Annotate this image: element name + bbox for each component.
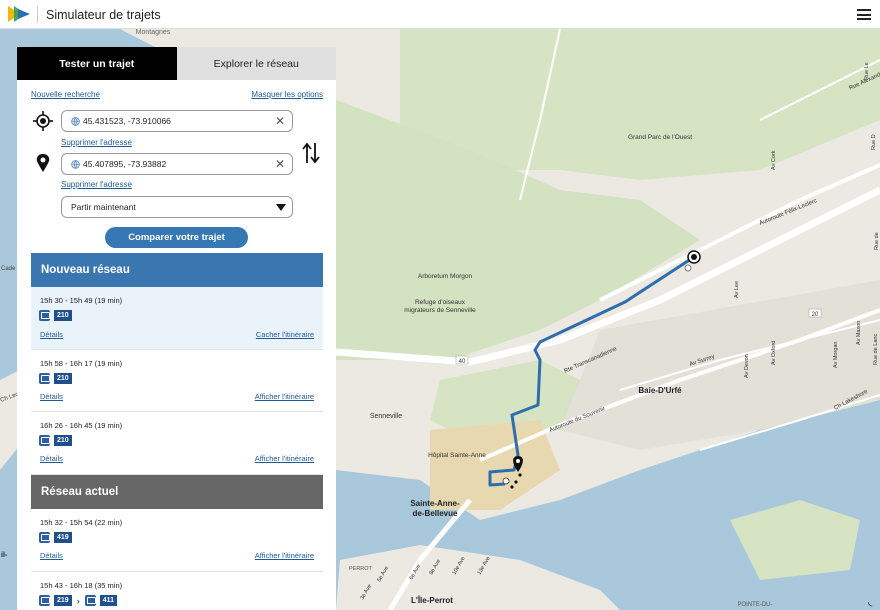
result-row[interactable]: 15h 58 - 16h 17 (19 min) 210 Détails Aff… [31,350,323,412]
locate-me-icon[interactable] [33,111,53,131]
toggle-itinerary-link[interactable]: Afficher l'itinéraire [255,454,314,463]
remove-destination-link[interactable]: Supprimer l'adresse [61,180,132,189]
trip-dot-2 [514,480,518,484]
cade-label: Cade [1,266,16,272]
details-link[interactable]: Détails [40,551,63,560]
result-routes: 210 [39,310,72,321]
rue-le-label: Rue Le [864,62,870,80]
current-network-header: Réseau actuel [31,475,323,509]
bus-icon [84,595,98,606]
result-row[interactable]: 15h 32 - 15h 54 (22 min) 419 Détails Aff… [31,509,323,572]
destination-field[interactable]: 45.407895, -73.93882 ✕ [61,153,293,175]
remove-origin-link[interactable]: Supprimer l'adresse [61,138,132,147]
rue-lanc-label: Rue de Lanc [873,334,879,365]
departure-value: Partir maintenant [71,202,136,212]
baie-durfe-label: Baie-D'Urfé [638,386,682,395]
departure-select[interactable]: Partir maintenant [61,196,293,218]
av-lee-label: Av Lee [734,281,740,298]
toggle-itinerary-link[interactable]: Afficher l'itinéraire [255,392,314,401]
tab-bar: Tester un trajet Explorer le réseau [17,47,336,80]
tab-explorer-le-reseau[interactable]: Explorer le réseau [176,47,336,80]
result-routes: 219 › 411 [39,595,117,606]
route-badge: 219 [54,595,72,606]
result-time: 15h 30 - 15h 49 (19 min) [40,296,123,305]
result-routes: 210 [39,373,72,384]
result-routes: 419 [39,532,72,543]
bus-icon [39,435,52,446]
clear-destination-icon[interactable]: ✕ [275,158,285,170]
bus-icon [39,310,52,321]
bus-icon [39,595,52,606]
caret-down-icon [276,204,286,211]
route-20-label: 20 [812,312,819,318]
result-time: 15h 43 - 16h 18 (35 min) [40,581,123,590]
result-time: 16h 26 - 16h 45 (19 min) [40,421,123,430]
origin-field[interactable]: 45.431523, -73.910066 ✕ [61,110,293,132]
map-loading-indicator-icon: ◟ [868,596,873,608]
av-devon-label: Av Devon [744,354,750,378]
result-row[interactable]: 15h 43 - 16h 18 (35 min) 219 › 411 [31,572,323,610]
result-time: 15h 58 - 16h 17 (19 min) [40,359,123,368]
av-morgan-label: Av Morgan [833,342,839,369]
menu-icon[interactable] [857,9,871,20]
av-maxon-label: Av Maxon [856,321,862,345]
montagnes-label: Montagnes [136,29,171,36]
trip-panel: Tester un trajet Explorer le réseau Nouv… [17,47,336,610]
details-link[interactable]: Détails [40,392,63,401]
result-row[interactable]: 15h 30 - 15h 49 (19 min) 210 Détails Cac… [31,287,323,350]
result-routes: 210 [39,435,72,446]
title-divider [37,6,38,23]
clear-origin-icon[interactable]: ✕ [275,115,285,127]
hopital-label: Hôpital Sainte-Anne [428,452,486,459]
route-badge: 210 [54,310,72,321]
toggle-itinerary-link[interactable]: Afficher l'itinéraire [255,551,314,560]
route-badge: 419 [54,532,72,543]
bus-icon [39,532,52,543]
swap-arrows-icon[interactable] [302,142,320,164]
new-search-link[interactable]: Nouvelle recherche [31,90,100,99]
toggle-itinerary-link[interactable]: Cacher l'itinéraire [256,330,314,339]
details-link[interactable]: Détails [40,330,63,339]
destination-pin-icon [36,154,50,172]
perrot-label: PERROT [349,566,373,572]
destination-value: 45.407895, -73.93882 [83,159,167,169]
sainte-anne-label-2: de-Bellevue [413,509,458,518]
app-title: Simulateur de trajets [46,8,161,22]
details-link[interactable]: Détails [40,454,63,463]
grand-parc-label: Grand Parc de l'Ouest [628,134,692,141]
sainte-anne-label-1: Sainte-Anne- [410,499,460,508]
top-bar: Simulateur de trajets [0,0,880,29]
route-40-label: 40 [459,359,466,365]
rue-d-label: Rue D [871,134,877,150]
il-label: il- [1,552,8,559]
route-badge: 411 [99,595,117,606]
rue-de-label: Rue de [874,232,880,250]
chevron-right-icon: › [76,595,80,606]
tab-tester-un-trajet[interactable]: Tester un trajet [17,47,177,80]
pointe-du-label: POINTE-DU- [738,602,773,608]
result-row[interactable]: 16h 26 - 16h 45 (19 min) 210 Détails Aff… [31,412,323,475]
new-network-header: Nouveau réseau [31,253,323,287]
globe-icon [71,159,80,169]
trip-dot-3 [510,485,514,489]
route-badge: 210 [54,373,72,384]
app-logo-icon[interactable] [8,6,30,22]
av-oxford-label: Av Oxford [771,341,777,365]
globe-icon [71,116,80,126]
route-badge: 210 [54,435,72,446]
arboretum-label: Arboretum Morgon [418,273,473,280]
compare-button[interactable]: Comparer votre trajet [105,227,248,248]
refuge-label-2: migrateurs de Senneville [404,307,476,314]
trip-start-dot [518,473,522,477]
senneville-label: Senneville [370,413,402,420]
ile-perrot-label: L'Île-Perrot [411,596,453,605]
origin-value: 45.431523, -73.910066 [83,116,171,126]
result-time: 15h 32 - 15h 54 (22 min) [40,518,123,527]
refuge-label-1: Refuge d'oiseaux [415,299,466,306]
av-cork-label: Av Cork [771,150,777,170]
hide-options-link[interactable]: Masquer les options [251,90,323,99]
bus-icon [39,373,52,384]
